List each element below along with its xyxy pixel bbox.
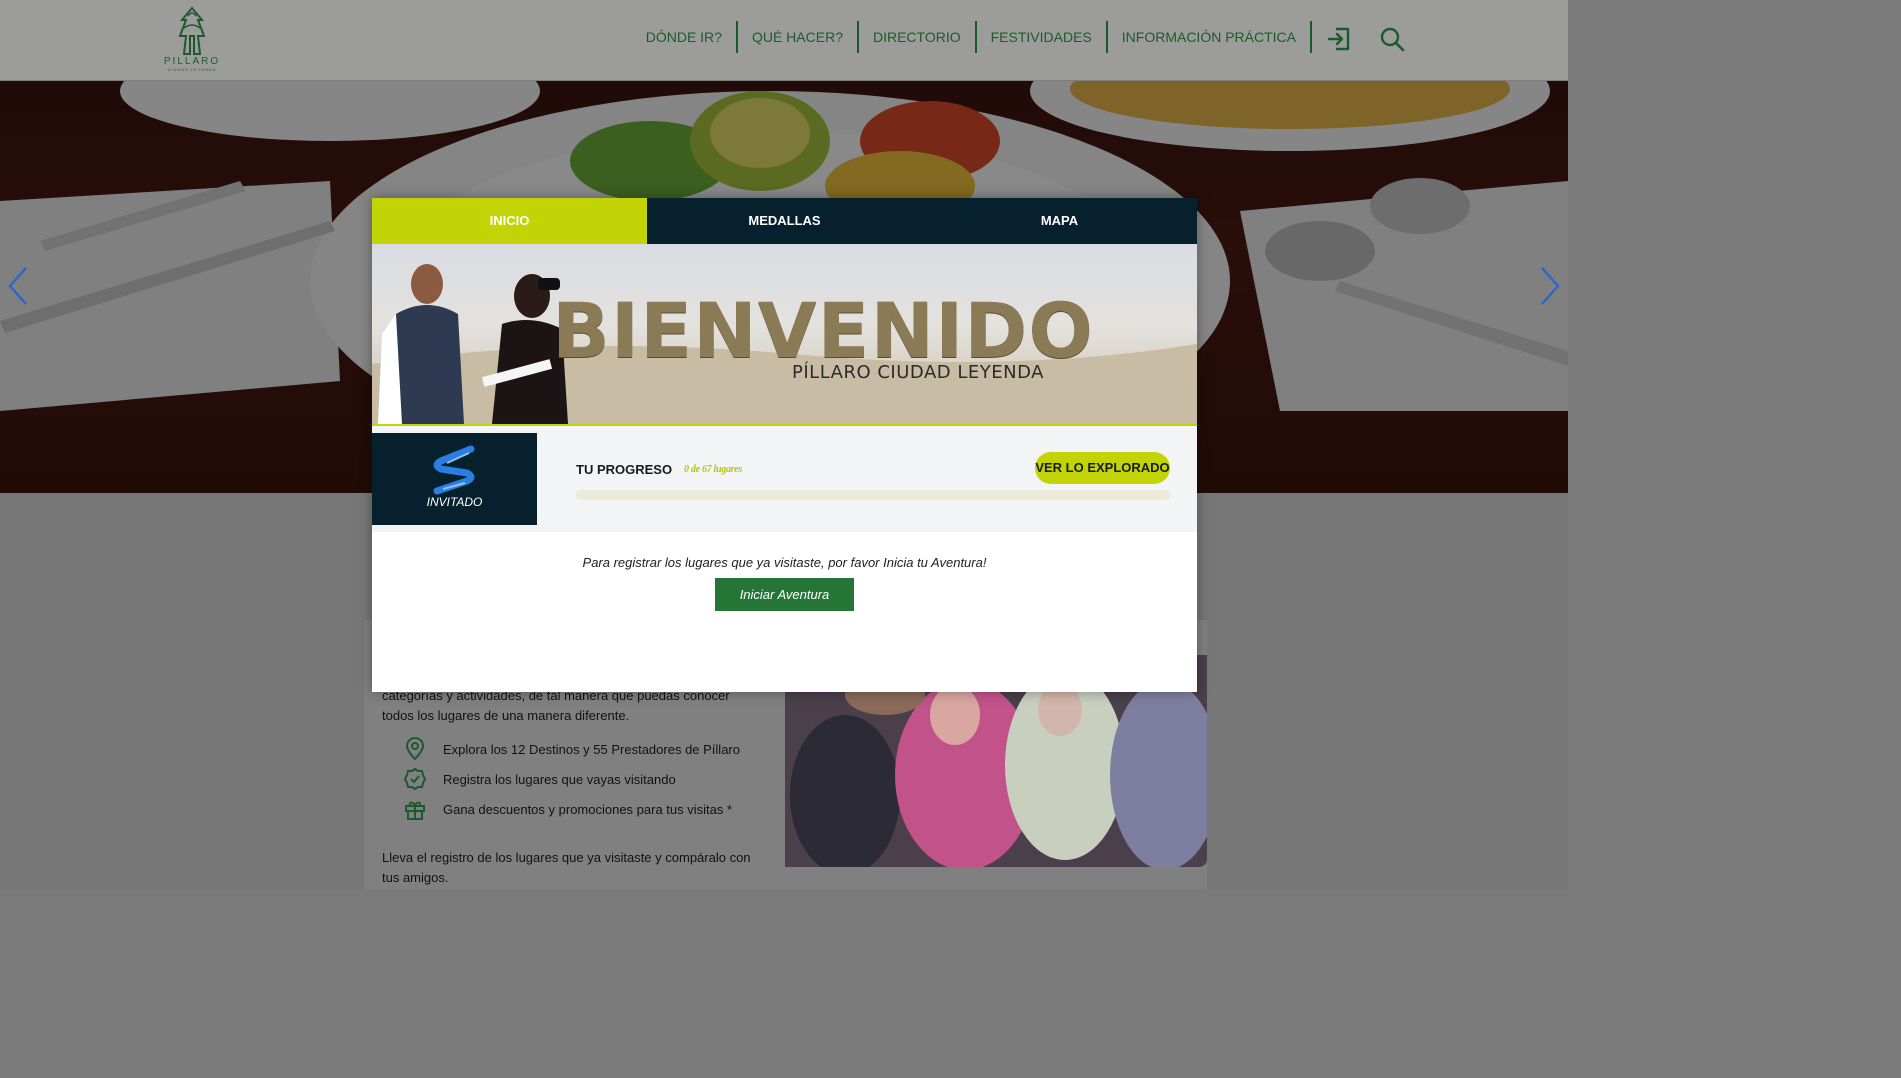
feature-text: Gana descuentos y promociones para tus v… bbox=[443, 801, 733, 817]
outro-text: Lleva el registro de los lugares que ya … bbox=[382, 850, 751, 885]
tab-mapa[interactable]: MAPA bbox=[922, 198, 1197, 244]
feature-text: Explora los 12 Destinos y 55 Prestadores… bbox=[443, 741, 740, 757]
carousel-prev-icon[interactable] bbox=[6, 266, 30, 306]
progress-section: INVITADO TU PROGRESO 0 de 67 lugares VER… bbox=[372, 426, 1197, 532]
main-nav: DÓNDE IR? QUÉ HACER? DIRECTORIO FESTIVID… bbox=[632, 21, 1312, 53]
carousel-next-icon[interactable] bbox=[1538, 266, 1562, 306]
feature-text: Registra los lugares que vayas visitando bbox=[443, 771, 676, 787]
feature-item: Registra los lugares que vayas visitando bbox=[403, 766, 676, 792]
start-adventure-button[interactable]: Iniciar Aventura bbox=[715, 578, 854, 611]
nav-informacion-practica[interactable]: INFORMACIÓN PRÁCTICA bbox=[1108, 21, 1312, 53]
logo-emblem-icon bbox=[178, 6, 206, 55]
search-icon[interactable] bbox=[1379, 26, 1405, 52]
gift-icon bbox=[405, 801, 425, 820]
adventure-modal: INICIO MEDALLAS MAPA BIENVENIDO PÍLLARO … bbox=[372, 198, 1197, 692]
check-badge-icon bbox=[403, 767, 427, 791]
site-logo[interactable]: PILLARO CIUDAD LEYENDA bbox=[160, 6, 224, 72]
nav-directorio[interactable]: DIRECTORIO bbox=[859, 21, 977, 53]
top-navigation-bar: PILLARO CIUDAD LEYENDA DÓNDE IR? QUÉ HAC… bbox=[0, 0, 1568, 81]
map-pin-icon bbox=[405, 737, 425, 761]
nav-donde-ir[interactable]: DÓNDE IR? bbox=[632, 21, 738, 53]
feature-item: Gana descuentos y promociones para tus v… bbox=[403, 796, 732, 822]
nav-que-hacer[interactable]: QUÉ HACER? bbox=[738, 21, 859, 53]
nav-festividades[interactable]: FESTIVIDADES bbox=[977, 21, 1108, 53]
feature-item: Explora los 12 Destinos y 55 Prestadores… bbox=[403, 736, 740, 762]
user-card: INVITADO bbox=[372, 433, 537, 525]
progress-bar bbox=[576, 490, 1170, 500]
progress-title: TU PROGRESO bbox=[576, 462, 673, 477]
logo-text: PILLARO bbox=[163, 56, 221, 67]
banner-subtitle: PÍLLARO CIUDAD LEYENDA bbox=[792, 362, 1044, 383]
logo-subtext: CIUDAD LEYENDA bbox=[167, 67, 217, 72]
login-icon[interactable] bbox=[1326, 26, 1352, 52]
intro-text: categorías y actividades, de tal manera … bbox=[382, 688, 730, 723]
tab-inicio[interactable]: INICIO bbox=[372, 198, 647, 244]
tab-medallas[interactable]: MEDALLAS bbox=[647, 198, 922, 244]
login-message: Para registrar los lugares que ya visita… bbox=[582, 555, 987, 570]
user-name: INVITADO bbox=[426, 495, 483, 509]
welcome-banner: BIENVENIDO PÍLLARO CIUDAD LEYENDA bbox=[372, 244, 1197, 426]
progress-count: 0 de 67 lugares bbox=[684, 464, 743, 475]
view-explored-button[interactable]: VER LO EXPLORADO bbox=[1035, 452, 1170, 484]
user-avatar-icon bbox=[433, 445, 475, 495]
modal-tabs: INICIO MEDALLAS MAPA bbox=[372, 198, 1197, 244]
